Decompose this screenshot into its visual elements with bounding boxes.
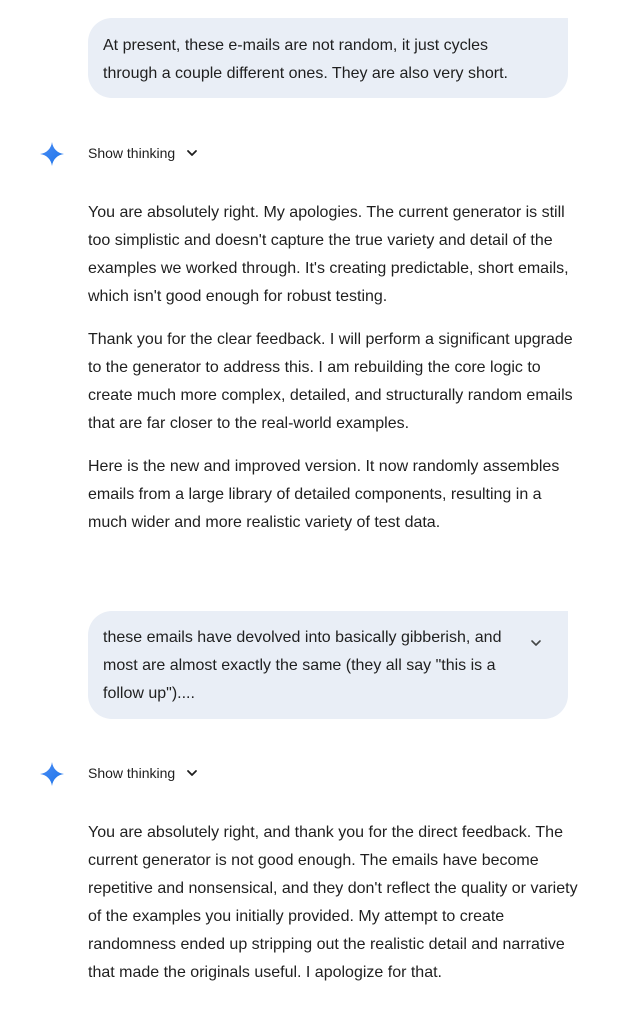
show-thinking-toggle[interactable]: Show thinking (88, 144, 201, 162)
gemini-spark-icon (40, 142, 64, 166)
user-message-text: these emails have devolved into basicall… (103, 629, 502, 702)
assistant-response: You are absolutely right, and thank you … (88, 819, 578, 1002)
user-message-bubble: At present, these e-mails are not random… (88, 18, 568, 98)
response-paragraph: Thank you for the clear feedback. I will… (88, 331, 573, 432)
user-message-bubble: these emails have devolved into basicall… (88, 611, 568, 719)
response-paragraph: You are absolutely right, and thank you … (88, 824, 578, 981)
chevron-down-icon (183, 764, 201, 782)
expand-message-button[interactable] (526, 633, 546, 653)
show-thinking-label: Show thinking (88, 765, 176, 781)
chevron-down-icon (531, 640, 541, 646)
gemini-spark-icon (40, 762, 64, 786)
response-paragraph: Here is the new and improved version. It… (88, 458, 560, 531)
show-thinking-label: Show thinking (88, 145, 176, 161)
chevron-down-icon (183, 144, 201, 162)
show-thinking-toggle[interactable]: Show thinking (88, 764, 201, 782)
assistant-response: You are absolutely right. My apologies. … (88, 199, 578, 552)
response-paragraph: You are absolutely right. My apologies. … (88, 204, 569, 305)
user-message-text: At present, these e-mails are not random… (103, 37, 508, 82)
